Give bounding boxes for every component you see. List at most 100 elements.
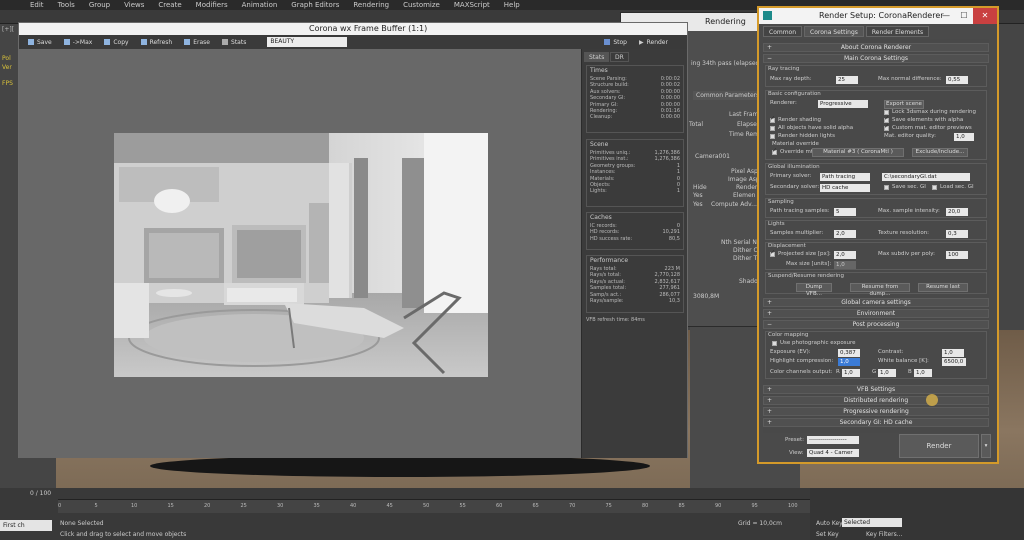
render-setup-titlebar[interactable]: Render Setup: CoronaRenderer — ☐ ✕: [759, 8, 997, 24]
tab-dr[interactable]: DR: [610, 52, 629, 62]
pt-samples-input[interactable]: 5: [834, 208, 856, 216]
custom-mat-checkbox[interactable]: [884, 123, 889, 131]
refresh-button[interactable]: Refresh: [136, 36, 178, 48]
export-scene-button[interactable]: Export scene: [884, 100, 924, 109]
tab-render-elements[interactable]: Render Elements: [865, 26, 930, 37]
rollout-vfb[interactable]: + VFB Settings: [763, 385, 989, 394]
max-subdiv-input[interactable]: 100: [946, 251, 968, 259]
menu-item[interactable]: Help: [504, 0, 520, 10]
menu-item[interactable]: Rendering: [353, 0, 389, 10]
view-select[interactable]: Quad 4 - Camer: [807, 449, 859, 457]
rollout-distributed[interactable]: + Distributed rendering: [763, 396, 989, 405]
resume-last-button[interactable]: Resume last: [918, 283, 968, 292]
rendering-row: Dither T: [733, 255, 758, 262]
key-mode-select[interactable]: Selected: [842, 518, 902, 527]
secondary-solver-select[interactable]: HD cache: [820, 184, 870, 192]
projected-input[interactable]: 2,0: [834, 251, 856, 259]
samples-mult-input[interactable]: 2,0: [834, 230, 856, 238]
menu-item[interactable]: Tools: [58, 0, 75, 10]
exposure-input[interactable]: 0,387: [838, 349, 860, 357]
menu-item[interactable]: Views: [124, 0, 144, 10]
render-button[interactable]: Render: [899, 434, 979, 458]
tab-stats[interactable]: Stats: [584, 52, 610, 62]
max-ray-depth-input[interactable]: 25: [836, 76, 858, 84]
rollout-main[interactable]: − Main Corona Settings: [763, 54, 989, 63]
menu-item[interactable]: Customize: [403, 0, 440, 10]
timeline-tick: 85: [678, 503, 685, 509]
max-size-input[interactable]: 1,0: [834, 261, 856, 269]
caches-title: Caches: [590, 214, 612, 221]
maximize-icon[interactable]: ☐: [955, 8, 973, 24]
stats-button[interactable]: Stats: [217, 36, 251, 48]
projected-checkbox[interactable]: [770, 249, 775, 257]
stop-button[interactable]: Stop: [599, 36, 632, 48]
interior-render: [114, 133, 488, 377]
override-checkbox[interactable]: [772, 147, 777, 155]
channel-r-input[interactable]: 1,0: [842, 369, 860, 377]
photographic-checkbox[interactable]: [772, 341, 777, 346]
menu-item[interactable]: Group: [89, 0, 110, 10]
render-setup-window[interactable]: Render Setup: CoronaRenderer — ☐ ✕ Commo…: [757, 6, 999, 464]
stop-icon: [604, 39, 611, 45]
auto-key-button[interactable]: Auto Key: [816, 520, 843, 527]
load-sec-gi-checkbox[interactable]: [932, 185, 937, 190]
render-dropdown-icon[interactable]: ▾: [981, 434, 991, 458]
white-balance-input[interactable]: 6500,0: [942, 358, 966, 366]
menu-item[interactable]: MAXScript: [454, 0, 490, 10]
time-slider-track[interactable]: 0 5 10 15 20 25 30 35 40 45 50 55 60 65 70 75 80 85 90 95 10…: [58, 499, 810, 513]
mat-quality-input[interactable]: 1,0: [954, 133, 974, 141]
set-key-button[interactable]: Set Key: [816, 531, 839, 538]
primary-solver-select[interactable]: Path tracing: [820, 173, 870, 181]
minimize-icon[interactable]: —: [937, 8, 955, 24]
timeline-tick: 55: [459, 503, 466, 509]
frame-counter[interactable]: 0 / 100: [30, 490, 51, 497]
rollout-hd-cache[interactable]: + Secondary GI: HD cache: [763, 418, 989, 427]
close-icon[interactable]: ✕: [973, 8, 997, 24]
key-filters-button[interactable]: Key Filters...: [866, 531, 903, 538]
rendering-row: Camera001: [695, 153, 730, 160]
common-params-header[interactable]: Common Parameters: [693, 91, 763, 100]
copy-button[interactable]: Copy: [99, 36, 133, 48]
all-solid-checkbox[interactable]: [770, 126, 775, 131]
menu-item[interactable]: Edit: [30, 0, 44, 10]
highlight-input[interactable]: 1,0: [838, 358, 860, 366]
render-shading-checkbox[interactable]: [770, 115, 775, 123]
menu-item[interactable]: Animation: [242, 0, 278, 10]
frame-buffer-window[interactable]: Corona wx Frame Buffer (1:1) Save ->Max …: [18, 22, 688, 458]
menu-item[interactable]: Create: [158, 0, 181, 10]
render-canvas[interactable]: [19, 49, 581, 458]
rendering-row: Compute Adv...: [711, 201, 757, 208]
texture-res-input[interactable]: 0,3: [946, 230, 968, 238]
render-button[interactable]: ▶ Render: [634, 36, 673, 48]
gi-file-input[interactable]: C:\secondaryGI.dat: [882, 173, 970, 181]
max-int-input[interactable]: 20,0: [946, 208, 968, 216]
renderer-select[interactable]: Progressive: [818, 100, 868, 108]
rollout-post[interactable]: − Post processing: [763, 320, 989, 329]
preset-select[interactable]: -------------------: [807, 436, 859, 444]
dump-vfb-button[interactable]: Dump VFB...: [796, 283, 832, 297]
save-button[interactable]: Save: [23, 36, 57, 48]
channel-g-input[interactable]: 1,0: [878, 369, 896, 377]
rollout-progressive[interactable]: + Progressive rendering: [763, 407, 989, 416]
to-max-button[interactable]: ->Max: [59, 36, 98, 48]
override-material-button[interactable]: Material #3 ( CoronaMtl ): [812, 148, 904, 157]
rollout-camera[interactable]: + Global camera settings: [763, 298, 989, 307]
menu-item[interactable]: Graph Editors: [291, 0, 339, 10]
render-hidden-checkbox[interactable]: [770, 134, 775, 139]
channel-select[interactable]: BEAUTY: [267, 37, 348, 47]
tab-common[interactable]: Common: [763, 26, 803, 37]
rollout-environment[interactable]: + Environment: [763, 309, 989, 318]
channel-b-input[interactable]: 1,0: [914, 369, 932, 377]
rollout-about[interactable]: + About Corona Renderer: [763, 43, 989, 52]
contrast-input[interactable]: 1,0: [942, 349, 964, 357]
exclude-include-button[interactable]: Exclude/Include...: [912, 148, 968, 157]
viewport-label[interactable]: [+][: [2, 26, 14, 33]
frame-buffer-titlebar[interactable]: Corona wx Frame Buffer (1:1): [19, 23, 687, 35]
erase-button[interactable]: Erase: [179, 36, 215, 48]
menu-item[interactable]: Modifiers: [196, 0, 228, 10]
save-sec-gi-checkbox[interactable]: [884, 185, 889, 190]
resume-dump-button[interactable]: Resume from dump...: [850, 283, 910, 297]
tab-corona-settings[interactable]: Corona Settings: [804, 26, 864, 37]
maxscript-listener[interactable]: First ch: [0, 520, 52, 531]
max-normal-input[interactable]: 0,55: [946, 76, 968, 84]
